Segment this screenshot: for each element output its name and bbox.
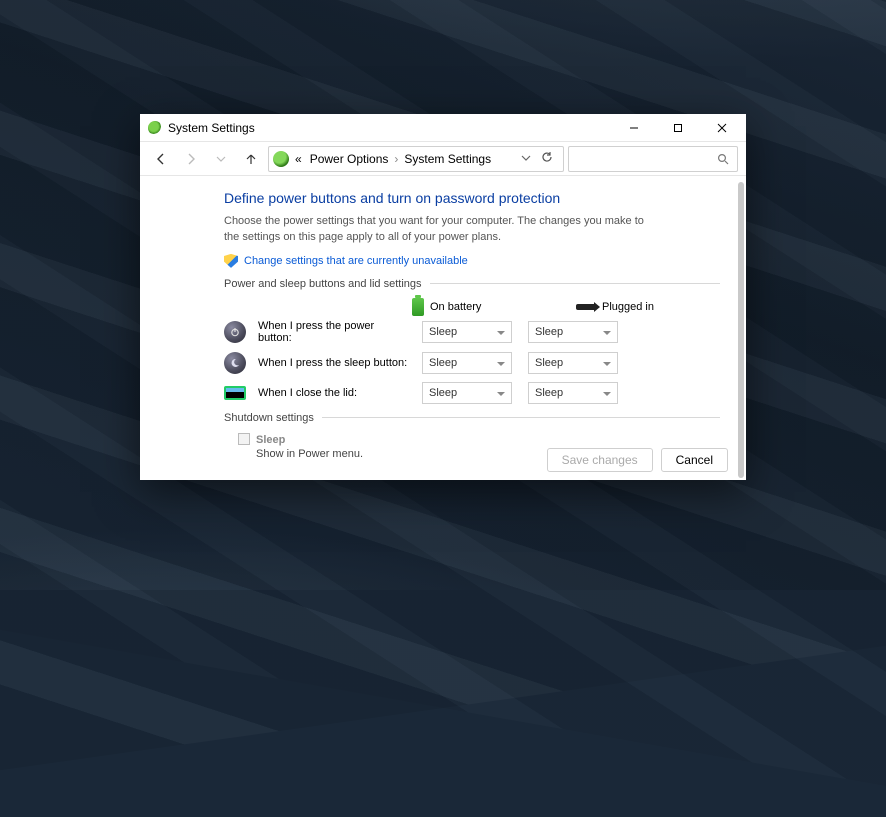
setting-label: When I press the sleep button: [258,357,410,369]
setting-label: When I press the power button: [258,320,410,344]
uac-shield-icon [224,254,238,268]
page-description: Choose the power settings that you want … [224,214,654,246]
sleep-checkbox[interactable] [238,433,250,445]
forward-button[interactable] [178,146,204,172]
back-button[interactable] [148,146,174,172]
sleep-button-plugged-select[interactable]: Sleep [528,352,618,374]
power-button-battery-select[interactable]: Sleep [422,321,512,343]
lid-icon [224,386,246,400]
breadcrumb-item[interactable]: Power Options [308,152,391,166]
sleep-icon [224,352,246,374]
chevron-right-icon: › [394,152,398,166]
close-button[interactable] [700,114,744,142]
close-lid-battery-select[interactable]: Sleep [422,382,512,404]
refresh-button[interactable] [541,151,553,166]
system-settings-window: System Settings « Power Options › [140,114,746,480]
power-options-icon [273,151,289,167]
plug-icon [576,304,596,310]
breadcrumb-item[interactable]: System Settings [402,152,493,166]
battery-icon [412,298,424,316]
power-options-icon [148,121,162,135]
content-area: Define power buttons and turn on passwor… [140,176,746,480]
column-header-battery: On battery [430,301,481,313]
setting-row-power-button: When I press the power button: Sleep Sle… [224,320,720,344]
nav-bar: « Power Options › System Settings [140,142,746,176]
search-box[interactable] [568,146,738,172]
power-button-plugged-select[interactable]: Sleep [528,321,618,343]
recent-locations-button[interactable] [208,146,234,172]
up-button[interactable] [238,146,264,172]
option-subtitle: Show in Power menu. [256,448,363,460]
cancel-button[interactable]: Cancel [661,448,728,472]
close-lid-plugged-select[interactable]: Sleep [528,382,618,404]
search-icon [717,153,729,165]
power-icon [224,321,246,343]
breadcrumb-root[interactable]: « [293,152,304,166]
scrollbar[interactable] [738,182,744,478]
window-title: System Settings [168,121,255,135]
section-heading: Power and sleep buttons and lid settings [224,278,422,290]
save-changes-button[interactable]: Save changes [547,448,653,472]
page-title: Define power buttons and turn on passwor… [224,190,720,206]
address-bar[interactable]: « Power Options › System Settings [268,146,564,172]
titlebar: System Settings [140,114,746,142]
setting-row-close-lid: When I close the lid: Sleep Sleep [224,382,720,404]
change-unavailable-settings-link[interactable]: Change settings that are currently unava… [244,255,468,267]
sleep-button-battery-select[interactable]: Sleep [422,352,512,374]
section-heading: Shutdown settings [224,412,314,424]
option-title: Sleep [256,434,285,446]
maximize-button[interactable] [656,114,700,142]
minimize-button[interactable] [612,114,656,142]
setting-row-sleep-button: When I press the sleep button: Sleep Sle… [224,352,720,374]
column-header-plugged: Plugged in [602,301,654,313]
address-dropdown-button[interactable] [521,152,531,166]
setting-label: When I close the lid: [258,387,410,399]
